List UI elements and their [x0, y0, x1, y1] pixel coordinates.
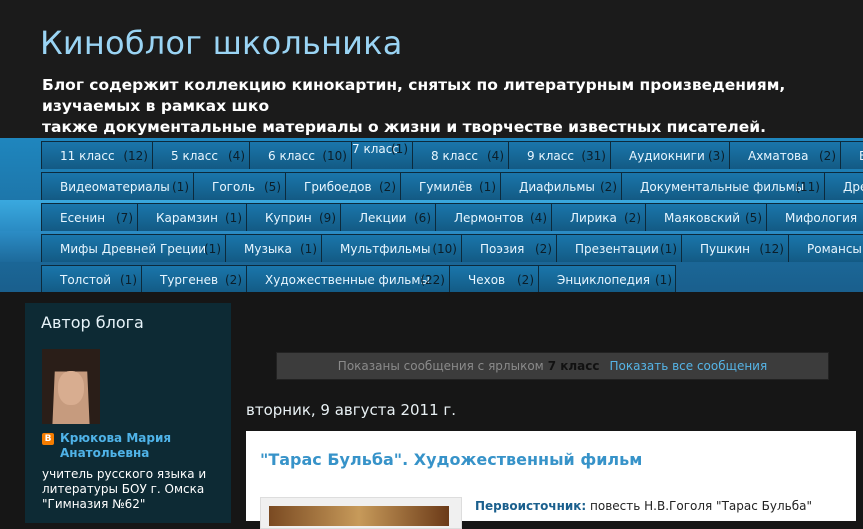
label-link[interactable]: Маяковский (5): [645, 203, 767, 231]
label-link[interactable]: Б: [840, 141, 863, 169]
label-link[interactable]: Чехов (2): [449, 265, 539, 292]
label-link[interactable]: Есенин (7): [41, 203, 138, 231]
label-link[interactable]: Романсы: [788, 234, 863, 262]
sidebar-title: Автор блога: [41, 313, 144, 332]
labels-row: Мифы Древней Греции (1) Музыка (1) Мультфи…: [0, 231, 863, 262]
label-link[interactable]: Мультфильмы (10): [321, 234, 462, 262]
label-link[interactable]: 7 класс (1): [351, 141, 413, 169]
label-link[interactable]: Ахматова (2): [729, 141, 841, 169]
label-link[interactable]: Куприн (9): [246, 203, 341, 231]
author-avatar[interactable]: [42, 349, 100, 424]
post-source-text: повесть Н.В.Гоголя "Тарас Бульба": [586, 499, 812, 513]
label-link[interactable]: Презентации (1): [556, 234, 682, 262]
label-link[interactable]: Диафильмы (2): [500, 172, 622, 200]
label-link[interactable]: Гоголь (5): [193, 172, 286, 200]
post-title-link[interactable]: "Тарас Бульба". Художественный фильм: [260, 450, 642, 469]
post-card: "Тарас Бульба". Художественный фильм Пер…: [246, 431, 856, 529]
label-link[interactable]: 8 класс (4): [412, 141, 509, 169]
post-image-art: [269, 506, 449, 526]
label-link[interactable]: Карамзин (1): [137, 203, 247, 231]
avatar-face: [58, 371, 84, 405]
label-link[interactable]: Художественные фильмы (22): [246, 265, 450, 292]
labels-row: Есенин (7) Карамзин (1) Куприн (9) Лекции (6…: [0, 200, 863, 231]
label-link[interactable]: Аудиокниги (3): [610, 141, 730, 169]
label-link[interactable]: Энциклопедия (1): [538, 265, 676, 292]
label-link[interactable]: Лирика (2): [551, 203, 646, 231]
labels-row: Толстой (1) Тургенев (2) Художественные фи…: [0, 262, 863, 292]
label-link[interactable]: Гумилёв (1): [400, 172, 501, 200]
post-source: Первоисточник: повесть Н.В.Гоголя "Тарас…: [475, 499, 812, 513]
status-prefix: Показаны сообщения с ярлыком: [337, 359, 544, 373]
label-link[interactable]: Документальные фильмы (11): [621, 172, 825, 200]
blog-title[interactable]: Киноблог школьника: [40, 24, 403, 62]
label-link[interactable]: Грибоедов (2): [285, 172, 401, 200]
blog-header: Киноблог школьника Блог содержит коллекц…: [0, 0, 863, 138]
sidebar-author-widget: Автор блога B Крюкова Мария Анатольевна …: [25, 303, 231, 523]
author-about: учитель русского языка и литературы БОУ …: [42, 467, 207, 511]
label-filter-status: Показаны сообщения с ярлыком 7 класс Пок…: [276, 352, 829, 380]
label-link[interactable]: Лекции (6): [340, 203, 436, 231]
label-link[interactable]: 9 класс (31): [508, 141, 611, 169]
labels-row: 11 класс (12) 5 класс (4) 6 класс (10) 7 кл…: [0, 138, 863, 169]
label-link[interactable]: Поэзия (2): [461, 234, 557, 262]
label-link[interactable]: Пушкин (12): [681, 234, 789, 262]
label-link[interactable]: Толстой (1): [41, 265, 142, 292]
labels-row: Видеоматериалы (1) Гоголь (5) Грибоедов (2)…: [0, 169, 863, 200]
label-link[interactable]: 6 класс (10): [249, 141, 352, 169]
blog-description: Блог содержит коллекцию кинокартин, снят…: [42, 76, 786, 136]
post-date: вторник, 9 августа 2011 г.: [246, 401, 457, 419]
post-image[interactable]: [260, 497, 462, 529]
label-link[interactable]: Лермонтов (4): [435, 203, 552, 231]
show-all-posts-link[interactable]: Показать все сообщения: [610, 359, 768, 373]
author-name-link[interactable]: Крюкова Мария Анатольевна: [60, 431, 171, 461]
status-label: 7 класс: [547, 359, 600, 373]
label-link[interactable]: 11 класс (12): [41, 141, 153, 169]
label-link[interactable]: 5 класс (4): [152, 141, 250, 169]
blogger-profile-icon: B: [42, 433, 54, 445]
label-link[interactable]: Мифология: [766, 203, 863, 231]
label-link[interactable]: Видеоматериалы (1): [41, 172, 194, 200]
label-link[interactable]: Дре: [824, 172, 863, 200]
label-link[interactable]: Тургенев (2): [141, 265, 247, 292]
labels-bar: 11 класс (12) 5 класс (4) 6 класс (10) 7 кл…: [0, 138, 863, 292]
label-link[interactable]: Мифы Древней Греции (1): [41, 234, 226, 262]
post-source-label: Первоисточник:: [475, 499, 587, 513]
label-link[interactable]: Музыка (1): [225, 234, 322, 262]
